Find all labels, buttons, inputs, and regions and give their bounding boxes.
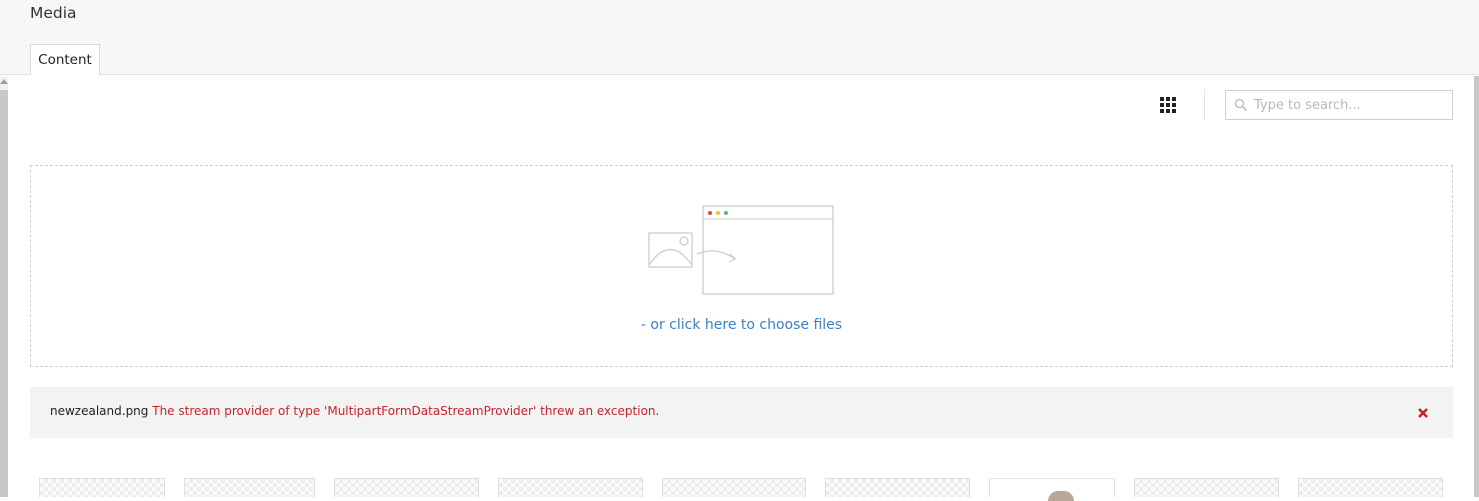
error-filename: newzealand.png <box>50 404 149 418</box>
error-description: The stream provider of type 'MultipartFo… <box>152 404 660 418</box>
media-item[interactable] <box>39 478 165 497</box>
page-title: Media <box>30 4 77 22</box>
photo-preview <box>1048 491 1074 501</box>
search-icon <box>1234 98 1248 112</box>
media-item[interactable] <box>184 478 315 497</box>
media-item[interactable] <box>989 478 1115 501</box>
tab-content[interactable]: Content <box>30 44 100 75</box>
left-scrollbar[interactable] <box>0 76 8 497</box>
right-scrollbar[interactable] <box>1474 76 1479 497</box>
media-item[interactable] <box>662 478 806 497</box>
media-grid <box>0 478 1479 501</box>
toolbar-divider <box>1204 89 1205 120</box>
close-icon[interactable] <box>1416 406 1430 420</box>
left-scrollbar-thumb[interactable] <box>0 90 8 497</box>
scroll-up-arrow-icon[interactable] <box>0 79 8 84</box>
media-item[interactable] <box>334 478 479 497</box>
search-input[interactable] <box>1254 91 1449 119</box>
page-header: Media Content <box>0 0 1479 75</box>
upload-dropzone[interactable]: - or click here to choose files <box>30 165 1453 367</box>
media-item[interactable] <box>825 478 970 497</box>
error-text: newzealand.png The stream provider of ty… <box>50 404 659 418</box>
media-item[interactable] <box>1298 478 1443 497</box>
grid-icon[interactable] <box>1160 97 1176 113</box>
search-box[interactable] <box>1225 90 1453 120</box>
media-item[interactable] <box>498 478 643 497</box>
choose-files-link[interactable]: - or click here to choose files <box>31 317 1452 333</box>
media-item[interactable] <box>1134 478 1279 497</box>
upload-error-message: newzealand.png The stream provider of ty… <box>30 387 1453 438</box>
upload-illustration-icon <box>648 205 834 295</box>
